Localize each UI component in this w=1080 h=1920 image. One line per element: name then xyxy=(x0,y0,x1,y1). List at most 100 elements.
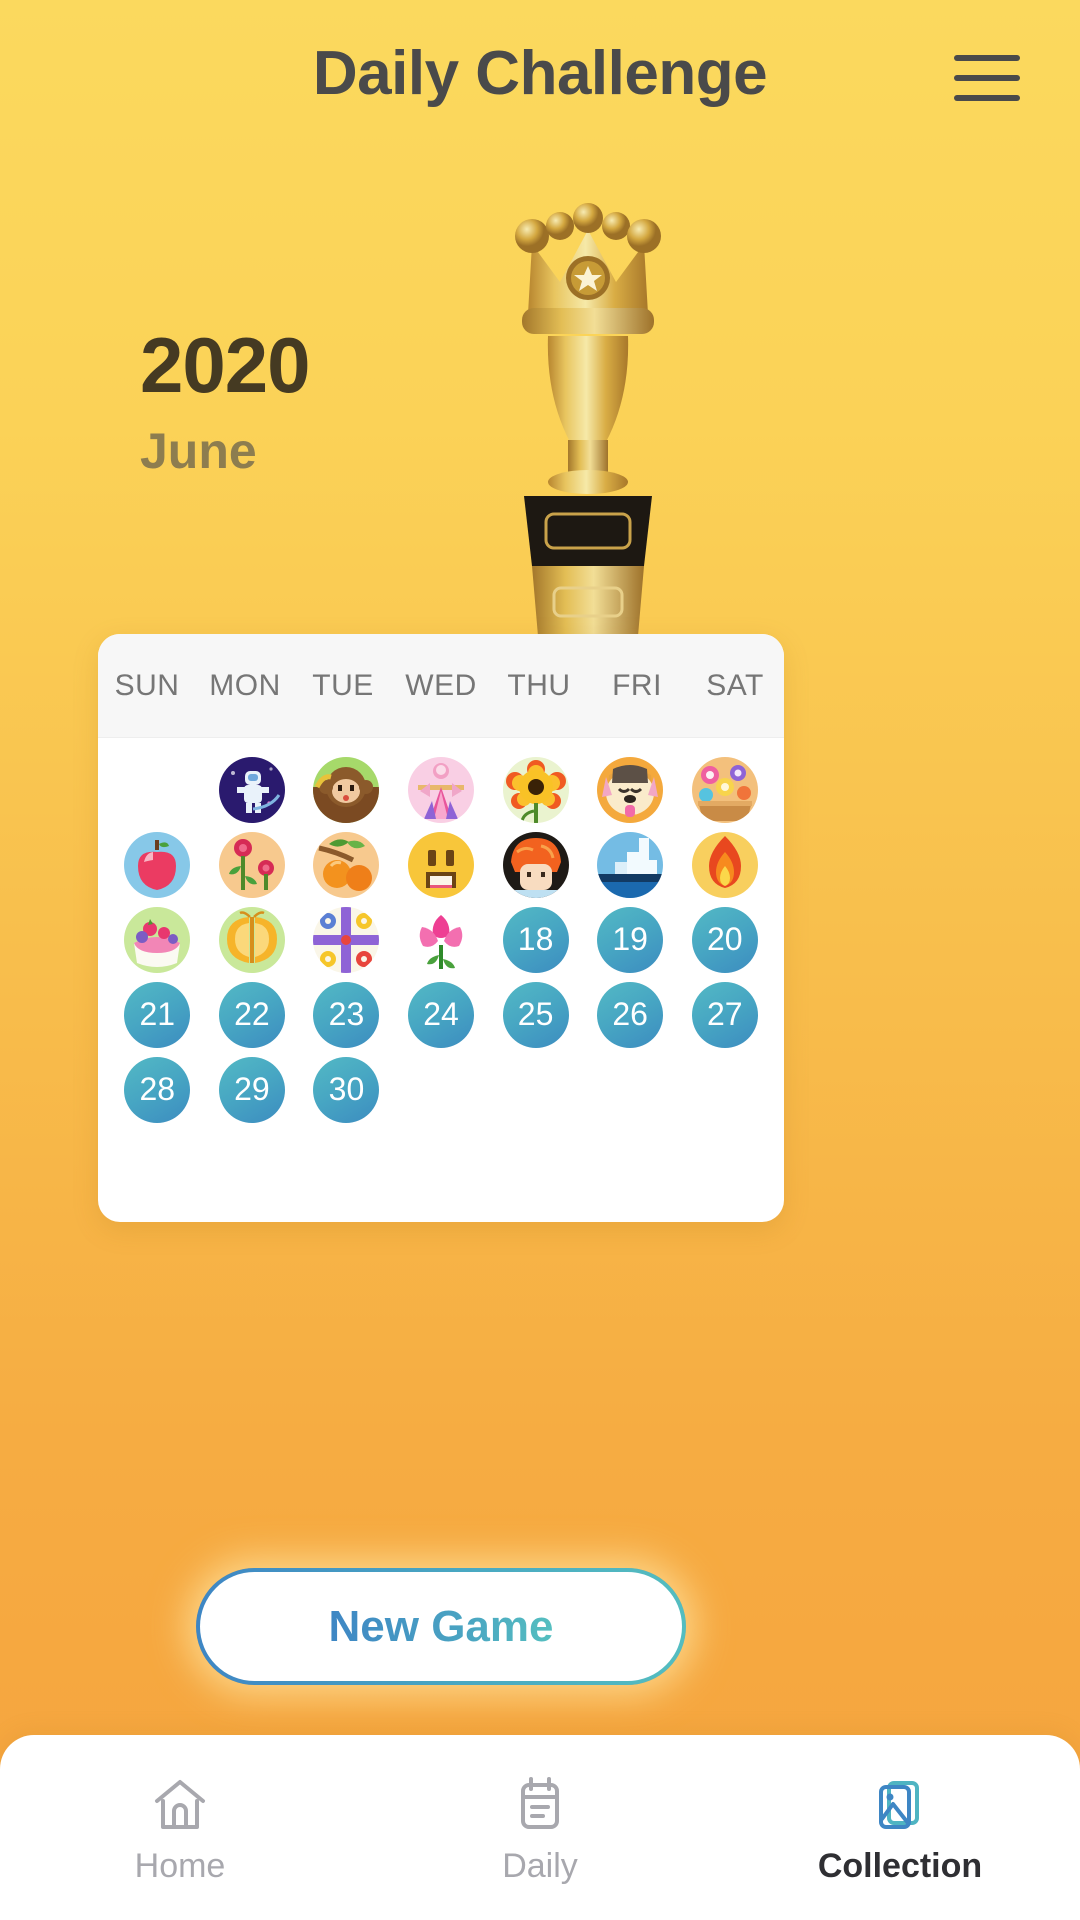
day-number-label: 27 xyxy=(691,981,758,1048)
day-number-label: 21 xyxy=(124,981,191,1048)
calendar-icon[interactable] xyxy=(509,1773,571,1835)
menu-line-2 xyxy=(954,75,1020,81)
calendar-day-15-thumbnail[interactable] xyxy=(205,902,300,977)
pink-flower-thumbnail-icon[interactable] xyxy=(408,906,475,973)
calendar-day-27[interactable]: 27 xyxy=(677,977,772,1052)
nav-label-daily: Daily xyxy=(502,1847,578,1885)
calendar-week-row: 28 29 30 xyxy=(110,1052,772,1127)
calendar-day-30[interactable]: 30 xyxy=(299,1052,394,1127)
calendar-day-9-thumbnail[interactable] xyxy=(299,827,394,902)
day-number-label: 18 xyxy=(502,906,569,973)
astronaut-thumbnail-icon[interactable] xyxy=(218,756,285,823)
calendar-day-12-thumbnail[interactable] xyxy=(583,827,678,902)
calendar-day-23[interactable]: 23 xyxy=(299,977,394,1052)
calendar-week-row xyxy=(110,752,772,827)
sunflower-thumbnail-icon[interactable] xyxy=(502,756,569,823)
calendar-day-19[interactable]: 19 xyxy=(583,902,678,977)
calendar-day-3-thumbnail[interactable] xyxy=(394,752,489,827)
nav-item-daily[interactable]: Daily xyxy=(360,1773,720,1886)
calendar-day-28[interactable]: 28 xyxy=(110,1052,205,1127)
pink-dress-thumbnail-icon[interactable] xyxy=(408,756,475,823)
weekday-header-thu: THU xyxy=(507,668,571,702)
calendar-cell-empty xyxy=(110,752,205,827)
calendar-day-8-thumbnail[interactable] xyxy=(205,827,300,902)
calendar-day-13-thumbnail[interactable] xyxy=(677,827,772,902)
calendar-day-6-thumbnail[interactable] xyxy=(677,752,772,827)
calendar-day-25[interactable]: 25 xyxy=(488,977,583,1052)
calendar-cell-empty xyxy=(677,1052,772,1127)
calendar-week-row: 18 19 20 xyxy=(110,902,772,977)
iceberg-thumbnail-icon[interactable] xyxy=(597,831,664,898)
day-number-label: 19 xyxy=(597,906,664,973)
apple-thumbnail-icon[interactable] xyxy=(124,831,191,898)
calendar-day-2-thumbnail[interactable] xyxy=(299,752,394,827)
monkey-thumbnail-icon[interactable] xyxy=(313,756,380,823)
calendar-day-10-thumbnail[interactable] xyxy=(394,827,489,902)
smiley-face-thumbnail-icon[interactable] xyxy=(408,831,475,898)
nav-item-collection[interactable]: Collection xyxy=(720,1773,1080,1886)
calendar-day-5-thumbnail[interactable] xyxy=(583,752,678,827)
weekday-header-mon: MON xyxy=(209,668,281,702)
new-game-label: New Game xyxy=(328,1601,554,1651)
calendar-day-24[interactable]: 24 xyxy=(394,977,489,1052)
home-icon[interactable] xyxy=(149,1773,211,1835)
calendar-day-14-thumbnail[interactable] xyxy=(110,902,205,977)
calendar-grid[interactable]: 18 19 20 21 22 23 24 25 26 27 28 29 30 xyxy=(98,738,784,1127)
calendar-day-22[interactable]: 22 xyxy=(205,977,300,1052)
calendar-day-17-thumbnail[interactable] xyxy=(394,902,489,977)
image-gallery-icon[interactable] xyxy=(869,1773,931,1835)
calendar-day-1-thumbnail[interactable] xyxy=(205,752,300,827)
weekday-header-tue: TUE xyxy=(312,668,374,702)
calendar-day-29[interactable]: 29 xyxy=(205,1052,300,1127)
weekday-header-fri: FRI xyxy=(612,668,662,702)
hamburger-menu-icon[interactable] xyxy=(954,55,1020,101)
calendar-weekday-header: SUN MON TUE WED THU FRI SAT xyxy=(98,634,784,738)
new-game-button[interactable]: New Game xyxy=(196,1568,686,1685)
weekday-header-sat: SAT xyxy=(706,668,764,702)
month-label: June xyxy=(140,423,257,479)
current-period: 2020 June xyxy=(140,321,311,479)
app-header: Daily Challenge xyxy=(0,0,1080,150)
new-game-button-wrapper: New Game xyxy=(196,1568,686,1685)
flame-thumbnail-icon[interactable] xyxy=(691,831,758,898)
calendar-cell-empty xyxy=(394,1052,489,1127)
calendar-day-26[interactable]: 26 xyxy=(583,977,678,1052)
day-number-label: 30 xyxy=(313,1056,380,1123)
berry-cake-thumbnail-icon[interactable] xyxy=(124,906,191,973)
nav-item-home[interactable]: Home xyxy=(0,1773,360,1886)
day-number-label: 20 xyxy=(691,906,758,973)
calendar-day-21[interactable]: 21 xyxy=(110,977,205,1052)
calendar-day-4-thumbnail[interactable] xyxy=(488,752,583,827)
day-number-label: 28 xyxy=(124,1056,191,1123)
bottom-navigation: Home Daily Collection xyxy=(0,1735,1080,1920)
candy-basket-thumbnail-icon[interactable] xyxy=(691,756,758,823)
boy-orange-hair-thumbnail-icon[interactable] xyxy=(502,831,569,898)
day-number-label: 26 xyxy=(597,981,664,1048)
day-number-label: 23 xyxy=(313,981,380,1048)
calendar-day-20[interactable]: 20 xyxy=(677,902,772,977)
calendar-day-11-thumbnail[interactable] xyxy=(488,827,583,902)
day-number-label: 29 xyxy=(218,1056,285,1123)
roses-thumbnail-icon[interactable] xyxy=(218,831,285,898)
oranges-thumbnail-icon[interactable] xyxy=(313,831,380,898)
calendar-cell-empty xyxy=(488,1052,583,1127)
calendar-day-18[interactable]: 18 xyxy=(488,902,583,977)
butterfly-thumbnail-icon[interactable] xyxy=(218,906,285,973)
calendar-card: SUN MON TUE WED THU FRI SAT 18 19 20 21 22 23 24 25 26… xyxy=(98,634,784,1222)
calendar-day-16-thumbnail[interactable] xyxy=(299,902,394,977)
weekday-header-wed: WED xyxy=(405,668,477,702)
dog-face-thumbnail-icon[interactable] xyxy=(597,756,664,823)
nav-label-home: Home xyxy=(134,1847,226,1885)
day-number-label: 22 xyxy=(218,981,285,1048)
calendar-day-7-thumbnail[interactable] xyxy=(110,827,205,902)
calendar-week-row xyxy=(110,827,772,902)
trophy-illustration xyxy=(515,203,661,636)
menu-line-3 xyxy=(954,95,1020,101)
day-number-label: 25 xyxy=(502,981,569,1048)
menu-line-1 xyxy=(954,55,1020,61)
year-label: 2020 xyxy=(140,321,311,409)
floral-tile-thumbnail-icon[interactable] xyxy=(313,906,380,973)
weekday-header-sun: SUN xyxy=(114,668,180,702)
calendar-cell-empty xyxy=(583,1052,678,1127)
calendar-week-row: 21 22 23 24 25 26 27 xyxy=(110,977,772,1052)
